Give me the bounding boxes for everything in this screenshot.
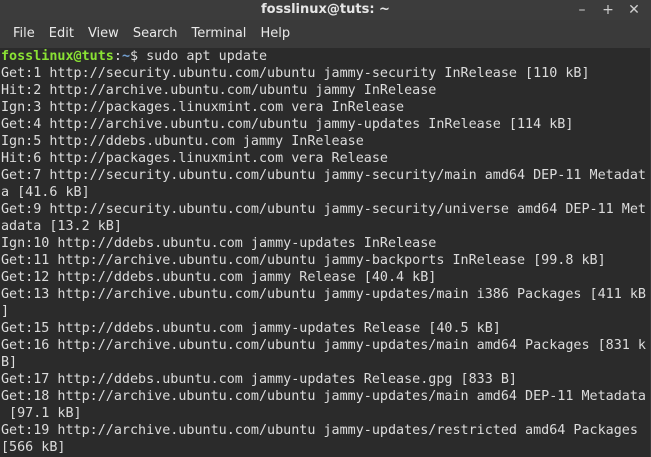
prompt-separator: :	[113, 49, 122, 64]
menu-search[interactable]: Search	[126, 20, 185, 48]
menu-edit[interactable]: Edit	[42, 20, 81, 48]
output-line: Get:15 http://ddebs.ubuntu.com jammy-upd…	[1, 321, 501, 336]
terminal-output[interactable]: fosslinux@tuts:~$ sudo apt update Get:1 …	[0, 48, 651, 457]
output-line: Get:1 http://security.ubuntu.com/ubuntu …	[1, 66, 590, 81]
minimize-button[interactable]: –	[569, 0, 595, 20]
output-line: Ign:5 http://ddebs.ubuntu.com jammy InRe…	[1, 134, 364, 149]
window-controls: – + ✕	[569, 0, 647, 20]
menu-view[interactable]: View	[81, 20, 126, 48]
menu-bar: File Edit View Search Terminal Help	[0, 20, 651, 49]
menu-file[interactable]: File	[6, 20, 42, 48]
prompt-path: ~	[121, 49, 130, 64]
close-button[interactable]: ✕	[621, 0, 647, 20]
output-line: Get:11 http://archive.ubuntu.com/ubuntu …	[1, 253, 606, 268]
output-line: Get:16 http://archive.ubuntu.com/ubuntu …	[1, 338, 646, 353]
output-line: [97.1 kB]	[1, 406, 82, 421]
output-line: a [41.6 kB]	[1, 185, 90, 200]
output-line: Hit:6 http://packages.linuxmint.com vera…	[1, 151, 388, 166]
output-line: Ign:3 http://packages.linuxmint.com vera…	[1, 100, 405, 115]
title-bar[interactable]: fosslinux@tuts: ~ – + ✕	[0, 0, 651, 20]
output-line: Get:9 http://security.ubuntu.com/ubuntu …	[1, 202, 646, 217]
output-line: Get:12 http://ddebs.ubuntu.com jammy Rel…	[1, 270, 437, 285]
output-line: Get:7 http://security.ubuntu.com/ubuntu …	[1, 168, 646, 183]
output-line: Get:17 http://ddebs.ubuntu.com jammy-upd…	[1, 372, 517, 387]
output-line: Get:18 http://archive.ubuntu.com/ubuntu …	[1, 389, 646, 404]
terminal-window: fosslinux@tuts: ~ – + ✕ File Edit View S…	[0, 0, 651, 457]
output-line: B]	[1, 355, 18, 370]
menu-help[interactable]: Help	[253, 20, 297, 48]
output-line: Get:19 http://archive.ubuntu.com/ubuntu …	[1, 423, 638, 438]
menu-terminal[interactable]: Terminal	[184, 20, 253, 48]
prompt-user-host: fosslinux@tuts	[1, 49, 114, 64]
output-line: Get:13 http://archive.ubuntu.com/ubuntu …	[1, 287, 646, 302]
output-line: adata [13.2 kB]	[1, 219, 122, 234]
output-line: Hit:2 http://archive.ubuntu.com/ubuntu j…	[1, 83, 437, 98]
output-line: Ign:10 http://ddebs.ubuntu.com jammy-upd…	[1, 236, 437, 251]
prompt-line: fosslinux@tuts:~$ sudo apt update	[1, 48, 651, 65]
window-title: fosslinux@tuts: ~	[261, 2, 390, 17]
prompt-symbol: $	[130, 49, 147, 64]
maximize-button[interactable]: +	[595, 0, 621, 20]
output-line: [566 kB]	[1, 440, 66, 455]
output-line: Get:4 http://archive.ubuntu.com/ubuntu j…	[1, 117, 574, 132]
output-line: ]	[1, 304, 10, 319]
prompt-command: sudo apt update	[146, 49, 268, 64]
